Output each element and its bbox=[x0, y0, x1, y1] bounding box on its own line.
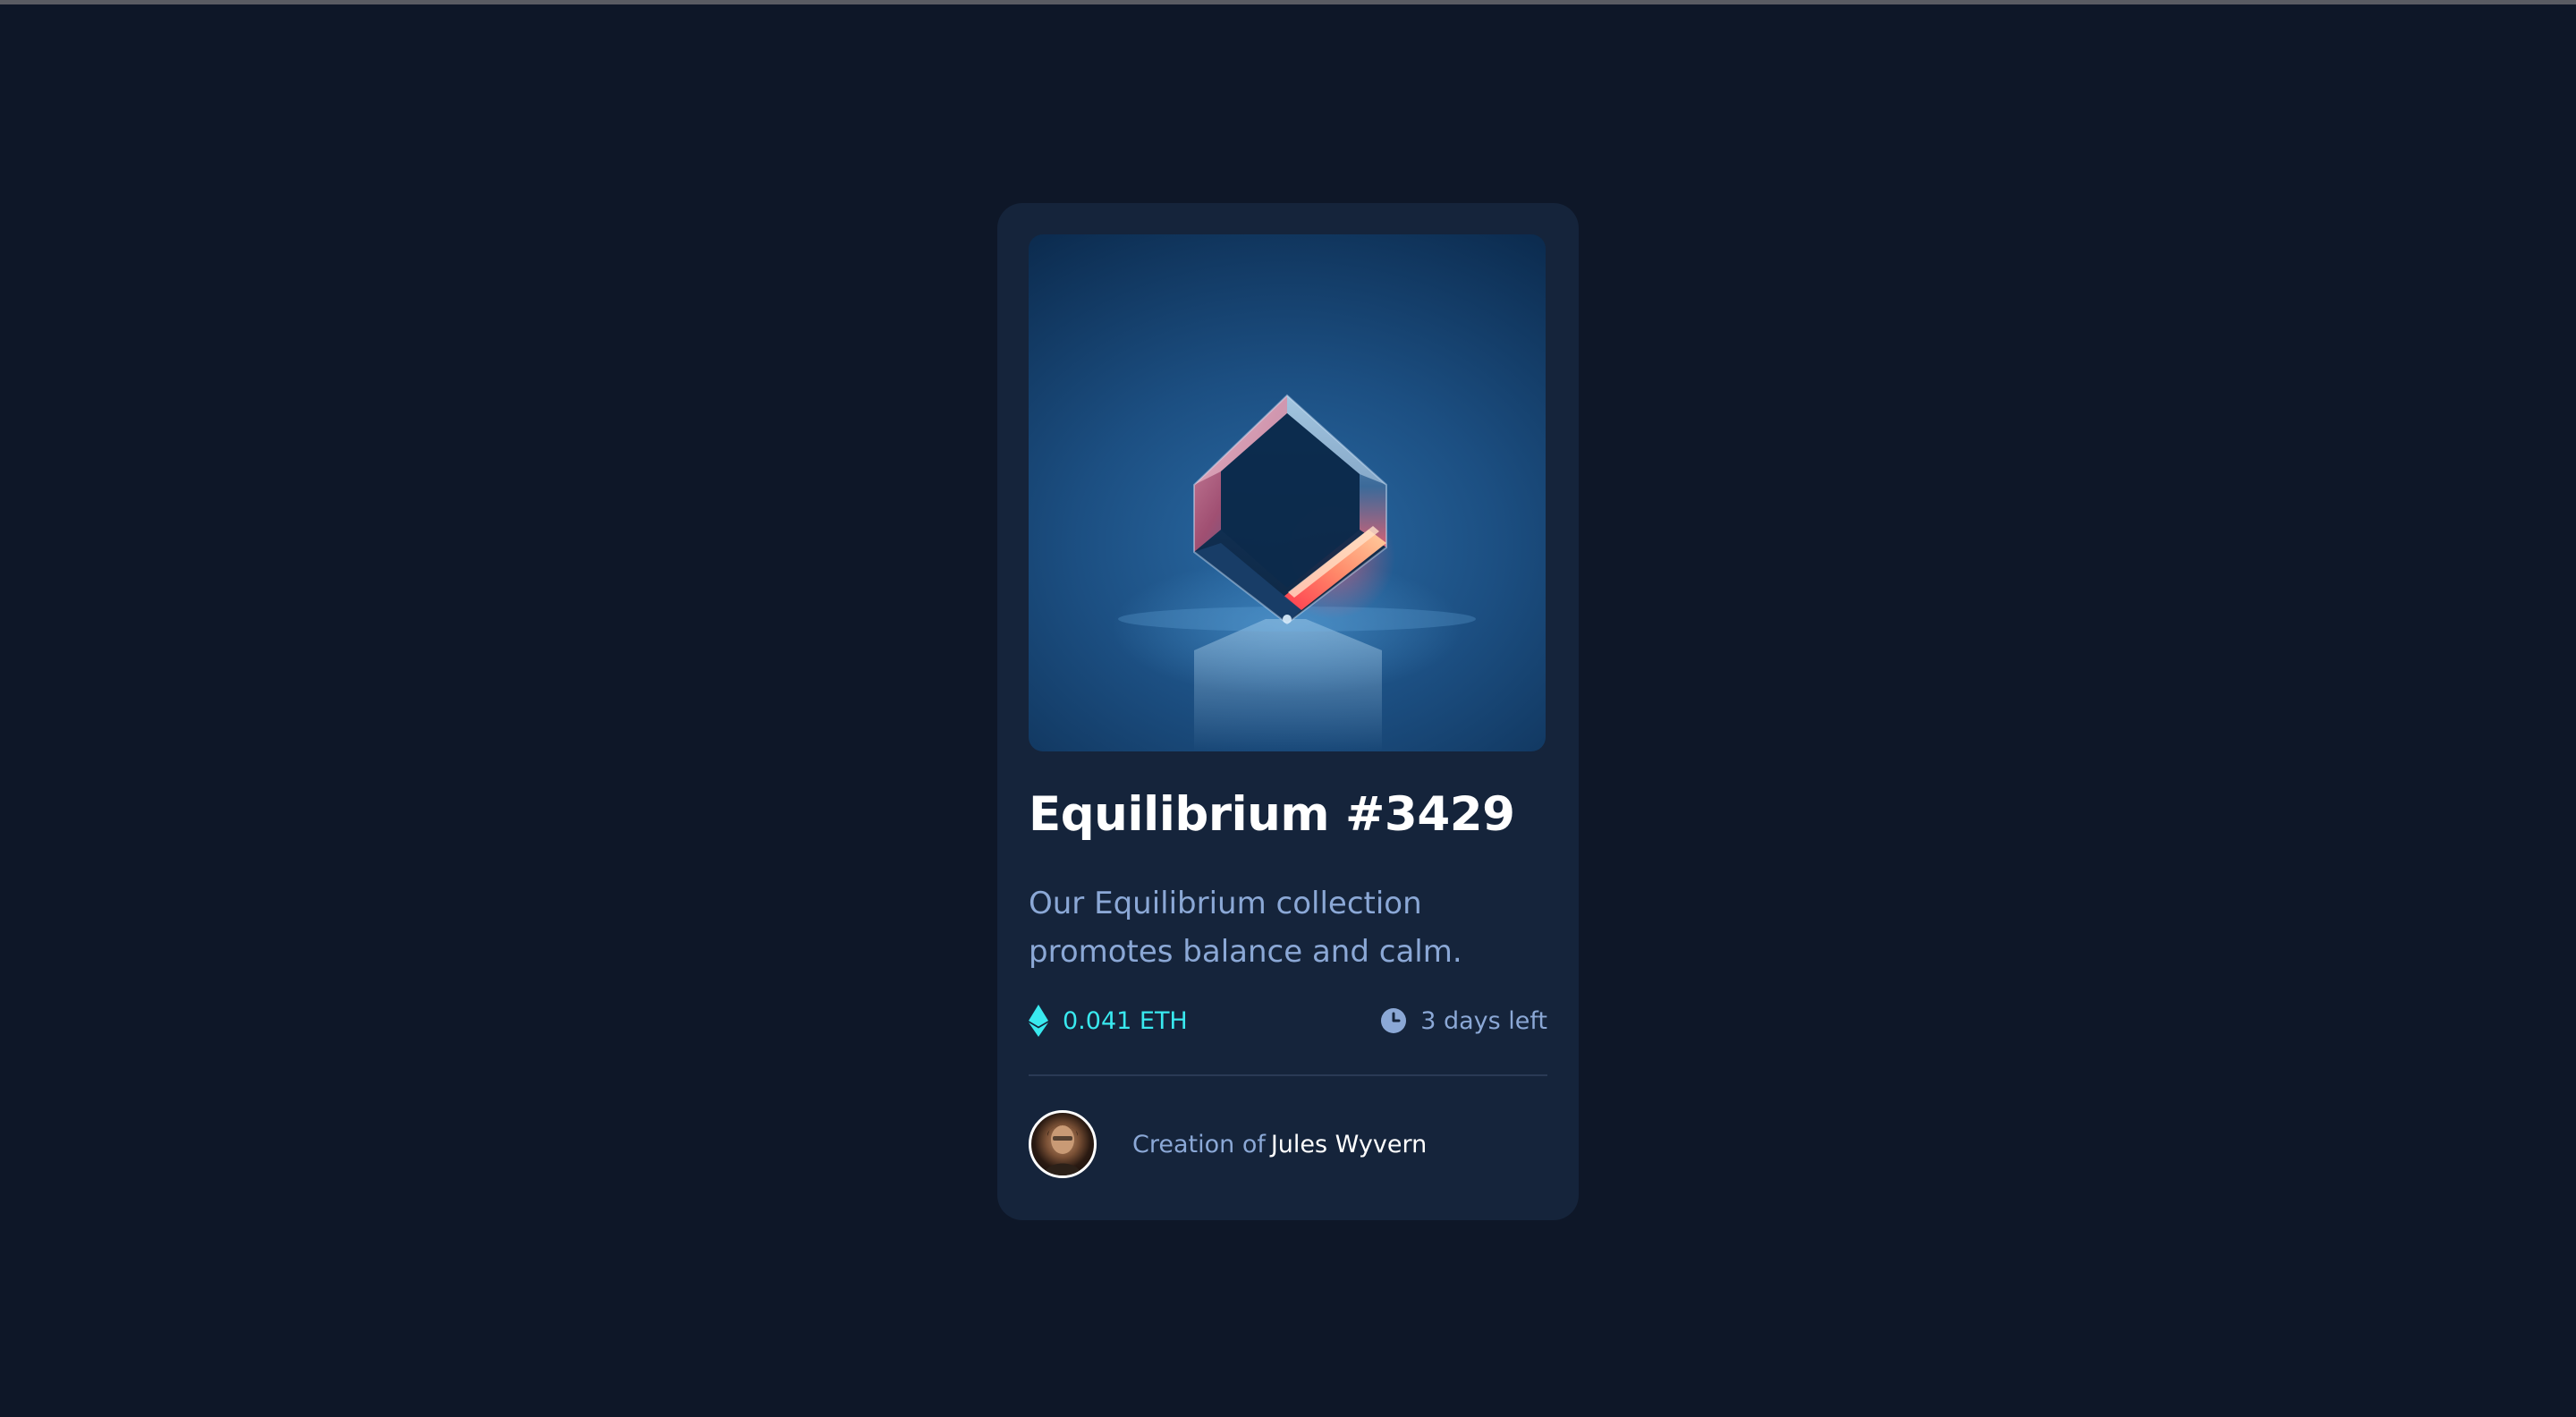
time-left: 3 days left bbox=[1381, 1007, 1547, 1035]
avatar-portrait bbox=[1044, 1125, 1081, 1175]
card-description: Our Equilibrium collection promotes bala… bbox=[1029, 886, 1462, 970]
nft-card: Equilibrium #3429 Our Equilibrium collec… bbox=[997, 203, 1579, 1220]
creator-row: Creation of Jules Wyvern bbox=[1029, 1110, 1547, 1178]
price: 0.041 ETH bbox=[1029, 1005, 1188, 1037]
price-value: 0.041 ETH bbox=[1063, 1006, 1188, 1035]
creator-text: Creation of Jules Wyvern bbox=[1132, 1131, 1427, 1158]
time-left-value: 3 days left bbox=[1420, 1006, 1547, 1035]
ethereum-icon bbox=[1029, 1005, 1048, 1037]
divider bbox=[1029, 1074, 1547, 1076]
cube-illustration bbox=[1118, 394, 1476, 751]
creator-name-link[interactable]: Jules Wyvern bbox=[1271, 1131, 1427, 1158]
avatar bbox=[1029, 1110, 1097, 1178]
card-meta-row: 0.041 ETH 3 days left bbox=[1029, 1003, 1547, 1039]
creator-prefix: Creation of bbox=[1132, 1130, 1266, 1158]
card-title[interactable]: Equilibrium #3429 bbox=[1029, 786, 1547, 844]
clock-icon bbox=[1381, 1008, 1407, 1033]
nft-preview-image[interactable] bbox=[1029, 234, 1546, 751]
browser-top-bar bbox=[0, 0, 2576, 4]
